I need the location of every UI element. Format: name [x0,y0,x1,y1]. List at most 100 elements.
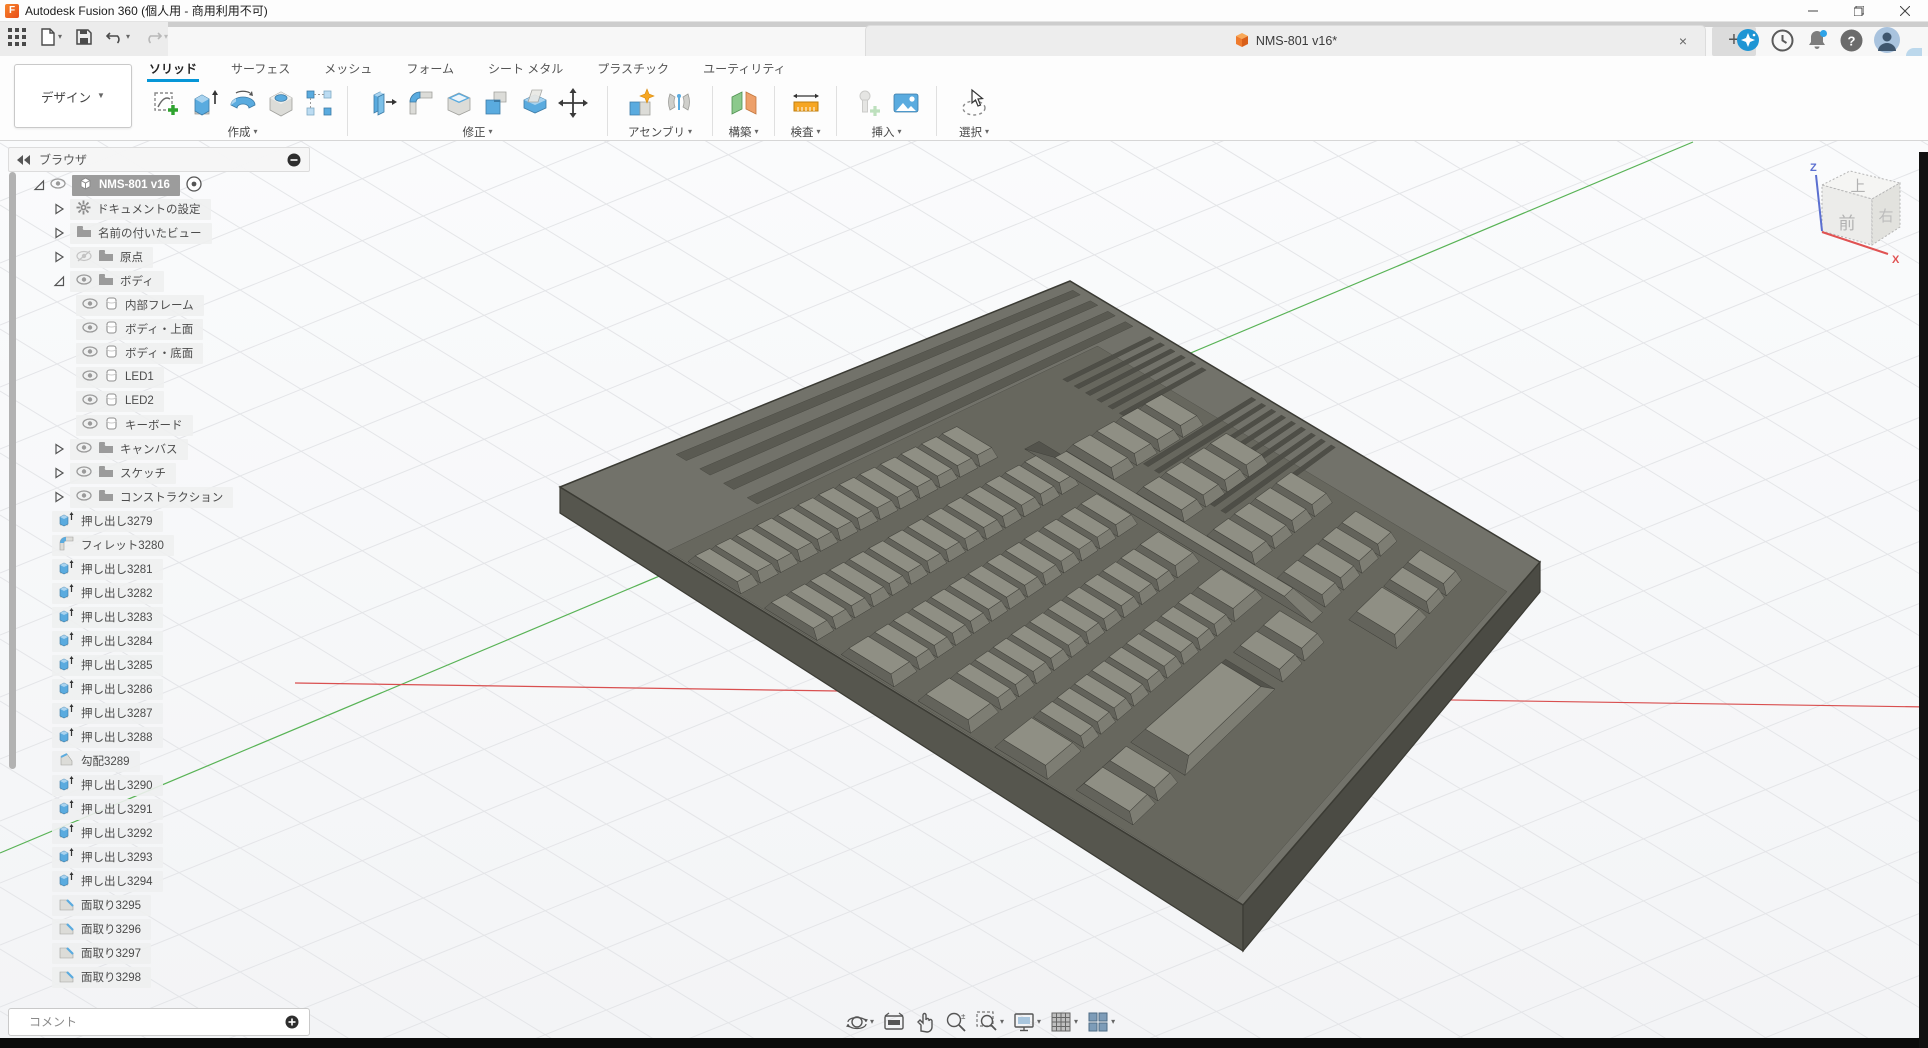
visibility-eye-icon[interactable] [82,370,98,384]
pattern-button[interactable] [303,86,335,120]
add-comment-icon[interactable] [285,1015,299,1029]
feature-item[interactable]: 押し出し3279 [52,510,163,532]
tree-item[interactable]: LED1 [76,366,164,388]
visibility-eye-icon[interactable] [76,490,92,504]
zoom-button[interactable]: ± [944,1010,968,1034]
feature-pill[interactable]: 押し出し3291 [52,799,163,820]
tree-item[interactable]: スケッチ [52,462,176,484]
ribbon-group-label[interactable]: 検査▾ [790,123,820,140]
root-pill[interactable]: NMS-801 v16 [72,175,180,196]
feature-pill[interactable]: 面取り3298 [52,967,151,988]
ribbon-group-label[interactable]: 作成▾ [227,123,257,140]
tree-item-pill[interactable]: ボディ・底面 [76,343,203,364]
split-body-button[interactable] [519,86,551,120]
look-at-button[interactable] [882,1010,906,1034]
tree-item-pill[interactable]: ボディ・上面 [76,319,203,340]
expander-open-icon[interactable] [52,274,66,288]
combine-button[interactable] [481,86,513,120]
comment-bar[interactable] [8,1008,310,1036]
avatar-icon[interactable] [1874,27,1900,56]
feature-item[interactable]: 押し出し3283 [52,606,163,628]
ribbon-tab-7[interactable]: ユーティリティ [701,56,788,82]
tree-item[interactable]: キャンバス [52,438,188,460]
app-grid-button[interactable] [6,26,28,48]
feature-item[interactable]: 勾配3289 [52,750,140,772]
feature-item[interactable]: 面取り3296 [52,918,151,940]
feature-pill[interactable]: 押し出し3284 [52,631,163,652]
save-button[interactable] [74,27,94,47]
tree-item-pill[interactable]: 原点 [70,247,153,268]
hole-button[interactable] [265,86,297,120]
tree-item-pill[interactable]: LED2 [76,391,164,412]
viewport-canvas[interactable]: 上前右ZX ブラウザ NMS-801 v16ドキュメントの設定名前の付いたビュー… [0,141,1928,1048]
tree-item[interactable]: LED2 [76,390,164,412]
zoom-window-button[interactable]: ▾ [975,1010,1005,1034]
feature-pill[interactable]: 押し出し3287 [52,703,163,724]
create-sketch-button[interactable] [151,86,183,120]
ribbon-tab-1[interactable]: ソリッド [147,56,199,82]
feature-item[interactable]: 押し出し3286 [52,678,163,700]
undo-button[interactable]: ▾ [104,28,132,46]
visibility-eye-icon[interactable] [76,274,92,288]
keyboard-3d-model[interactable] [560,281,1540,951]
feature-pill[interactable]: 押し出し3286 [52,679,163,700]
expander-closed-icon[interactable] [52,442,66,456]
expander-closed-icon[interactable] [52,202,66,216]
feature-pill[interactable]: 面取り3295 [52,895,151,916]
feature-item[interactable]: 面取り3295 [52,894,151,916]
revolve-button[interactable] [227,86,259,120]
feature-item[interactable]: 押し出し3293 [52,846,163,868]
notifications-icon[interactable] [1805,28,1829,55]
fillet-button[interactable] [405,86,437,120]
feature-item[interactable]: 押し出し3285 [52,654,163,676]
extrude-button[interactable] [189,86,221,120]
tab-close-icon[interactable]: × [1675,33,1691,49]
feature-item[interactable]: 押し出し3282 [52,582,163,604]
extensions-icon[interactable] [1736,28,1760,55]
feature-item[interactable]: 面取り3297 [52,942,151,964]
tree-item-pill[interactable]: コンストラクション [70,487,233,508]
feature-pill[interactable]: 押し出し3288 [52,727,163,748]
feature-item[interactable]: 押し出し3287 [52,702,163,724]
collapse-panel-icon[interactable] [17,155,31,165]
tree-item-pill[interactable]: キーボード [76,415,193,436]
ribbon-tab-6[interactable]: プラスチック [595,56,671,82]
visibility-eye-icon[interactable] [82,346,98,360]
expander-closed-icon[interactable] [52,466,66,480]
construction-plane-button[interactable] [728,86,760,120]
browser-panel-header[interactable]: ブラウザ [8,147,310,172]
feature-pill[interactable]: 押し出し3281 [52,559,163,580]
feature-pill[interactable]: 勾配3289 [52,751,140,772]
press-pull-button[interactable] [367,86,399,120]
joint-button[interactable] [663,86,695,120]
view-cube[interactable]: 上前右ZX [1790,149,1928,274]
visibility-eye-icon[interactable] [50,178,66,192]
feature-pill[interactable]: 押し出し3290 [52,775,163,796]
document-tab[interactable]: NMS-801 v16* × [865,25,1706,56]
ribbon-group-label[interactable]: 修正▾ [462,123,492,140]
help-icon[interactable]: ? [1840,29,1863,55]
tree-item-pill[interactable]: ボディ [70,271,164,292]
tree-item[interactable]: ドキュメントの設定 [52,198,211,220]
ribbon-tab-4[interactable]: フォーム [404,56,456,82]
feature-pill[interactable]: フィレット3280 [52,535,174,556]
feature-pill[interactable]: 押し出し3282 [52,583,163,604]
tree-item-pill[interactable]: ドキュメントの設定 [70,199,211,220]
feature-pill[interactable]: 押し出し3294 [52,871,163,892]
visibility-eye-icon[interactable] [82,394,98,408]
ribbon-group-label[interactable]: 挿入▾ [871,123,901,140]
tree-item[interactable]: ボディ [52,270,164,292]
tree-item[interactable]: キーボード [76,414,193,436]
visibility-eye-icon[interactable] [82,418,98,432]
feature-item[interactable]: 押し出し3281 [52,558,163,580]
insert-mesh-button[interactable] [852,86,884,120]
workspace-selector[interactable]: デザイン ▼ [14,64,132,128]
feature-item[interactable]: フィレット3280 [52,534,174,556]
maximize-button[interactable] [1836,0,1882,22]
visibility-eye-icon[interactable] [82,322,98,336]
tree-item[interactable]: ボディ・上面 [76,318,203,340]
tree-item-pill[interactable]: LED1 [76,367,164,388]
tree-item[interactable]: ボディ・底面 [76,342,203,364]
expander-open-icon[interactable] [32,178,46,192]
feature-pill[interactable]: 面取り3297 [52,943,151,964]
